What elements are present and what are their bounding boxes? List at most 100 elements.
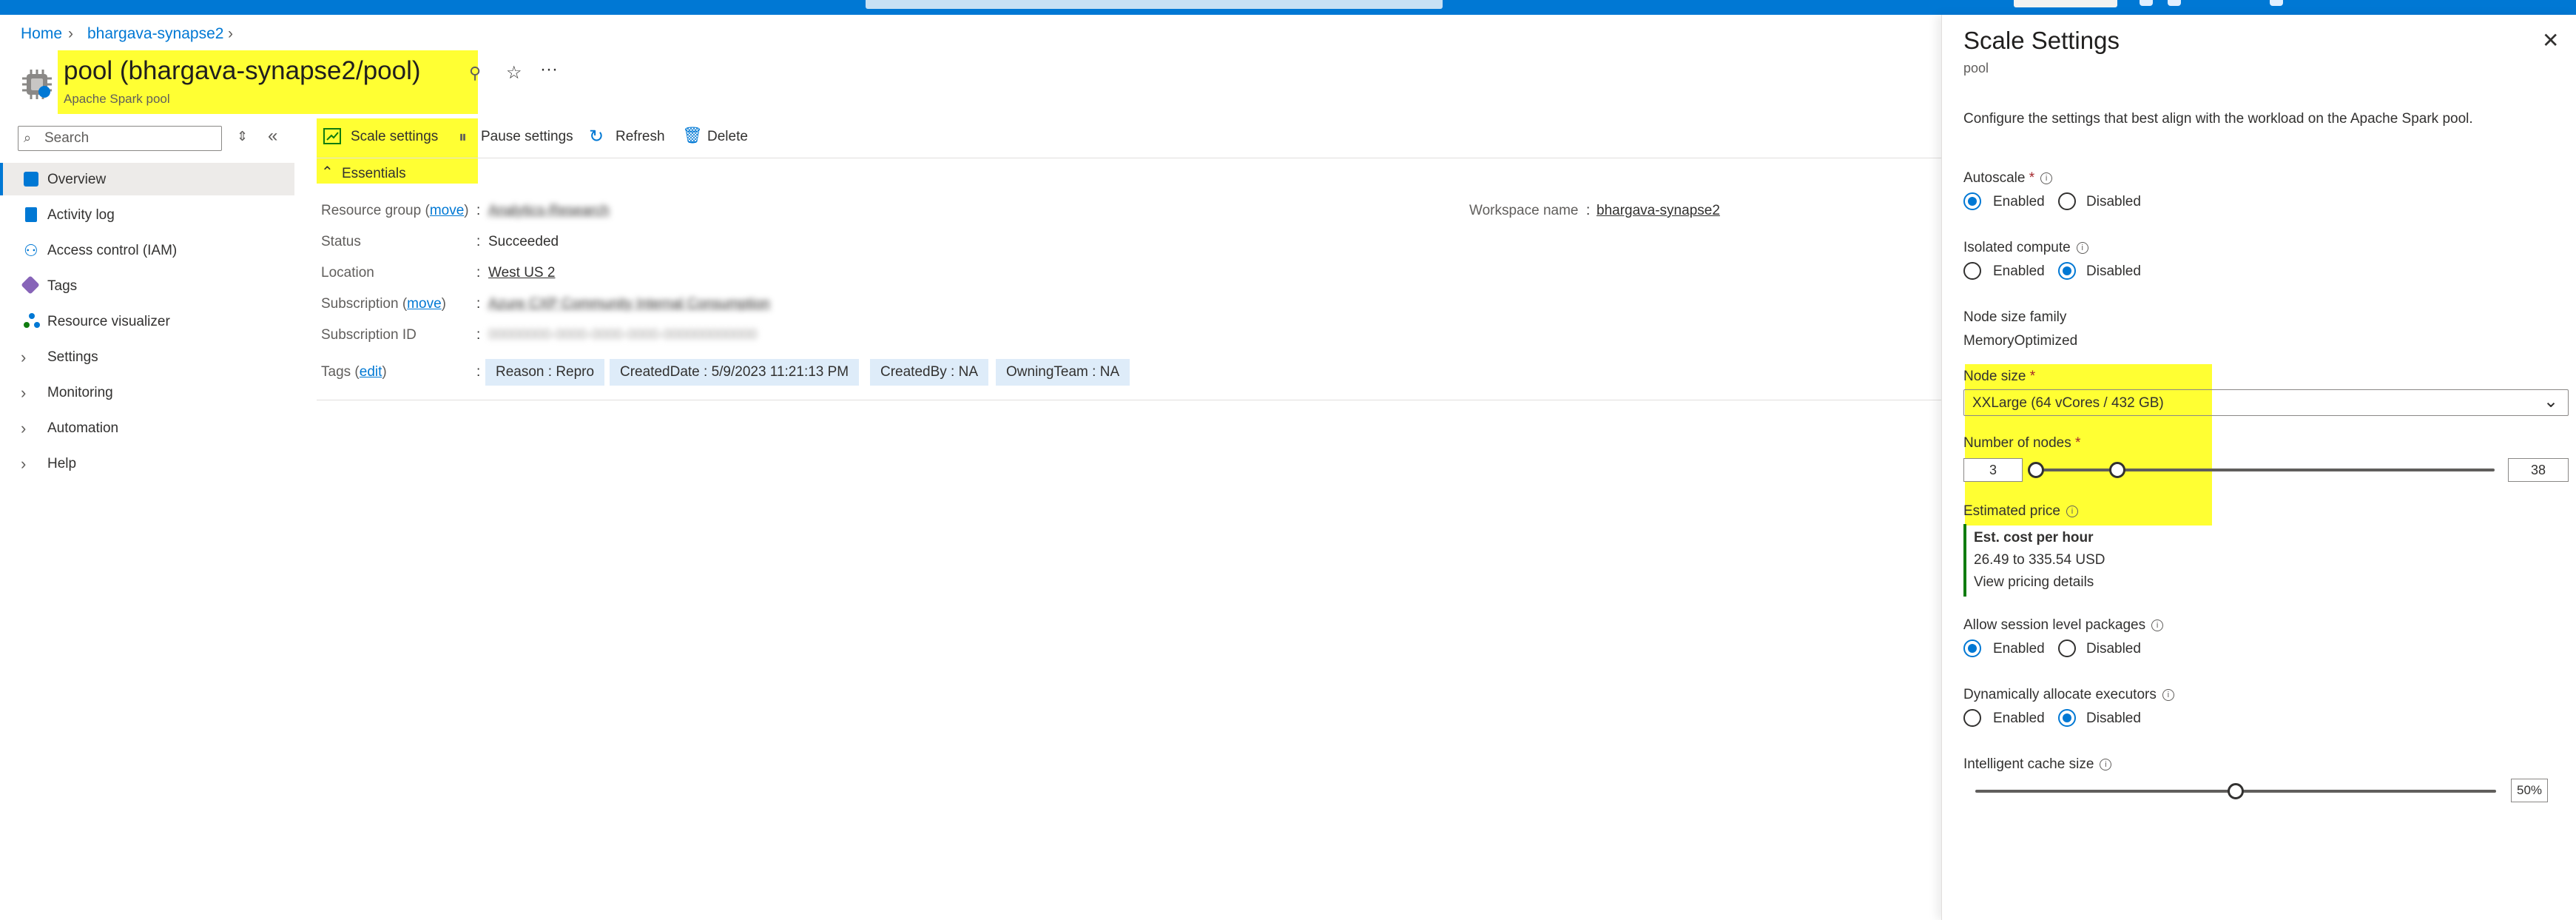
node-size-value: XXLarge (64 vCores / 432 GB): [1972, 395, 2164, 411]
workspace-value[interactable]: bhargava-synapse2: [1596, 203, 1720, 219]
isolated-compute-label: Isolated compute i: [1963, 240, 2088, 256]
portal-notifications-icon[interactable]: [2168, 0, 2181, 6]
info-icon: i: [2076, 241, 2088, 254]
subscription-move-link[interactable]: move: [407, 296, 441, 312]
status-label: Status: [321, 234, 361, 249]
panel-subtitle: pool: [1963, 61, 1989, 75]
tag-icon: [21, 275, 40, 295]
sidebar-group-help[interactable]: › Help: [0, 447, 294, 480]
scale-settings-button[interactable]: Scale settings: [351, 129, 438, 145]
subscription-label: Subscription (move): [321, 296, 446, 312]
radio-label: Disabled: [2086, 263, 2141, 279]
page-subtitle: Apache Spark pool: [64, 92, 170, 106]
pin-icon[interactable]: ⚲: [469, 64, 481, 83]
close-icon[interactable]: ✕: [2542, 28, 2559, 53]
portal-settings-icon[interactable]: [2270, 0, 2283, 6]
pause-settings-button[interactable]: Pause settings: [481, 129, 573, 145]
autoscale-enabled-radio[interactable]: [1963, 192, 1981, 210]
sidebar-item-tags[interactable]: Tags: [0, 269, 294, 302]
cache-size-value[interactable]: 50%: [2511, 779, 2548, 802]
radio-label: Disabled: [2086, 641, 2141, 657]
portal-cloudshell-icon[interactable]: [2140, 0, 2153, 6]
search-icon: ⌕: [24, 130, 32, 145]
info-icon: i: [2162, 688, 2174, 701]
sidebar-item-activity-log[interactable]: Activity log: [0, 198, 294, 231]
isolated-disabled-radio[interactable]: [2058, 262, 2076, 280]
colon: :: [476, 234, 481, 249]
sort-icon[interactable]: ⇕: [237, 129, 248, 144]
resource-group-value[interactable]: Analytics-Research: [488, 203, 610, 219]
tags-edit-link[interactable]: edit: [360, 364, 382, 380]
price-range: 26.49 to 335.54 USD: [1974, 552, 2105, 568]
location-label: Location: [321, 265, 374, 281]
portal-search-bar[interactable]: [866, 0, 1443, 9]
scale-settings-icon: [323, 127, 342, 145]
favorite-star-icon[interactable]: ☆: [506, 62, 522, 84]
session-packages-label: Allow session level packages i: [1963, 617, 2164, 634]
more-options-icon[interactable]: ···: [540, 59, 558, 80]
sidebar-group-settings[interactable]: › Settings: [0, 340, 294, 373]
page-title: pool (bhargava-synapse2/pool): [64, 56, 421, 85]
chevron-right-icon: ›: [21, 383, 27, 402]
tag-chip: Reason : Repro: [485, 359, 605, 386]
delete-button[interactable]: Delete: [707, 129, 748, 145]
info-icon: i: [2040, 172, 2053, 184]
nodes-slider-track[interactable]: [2036, 469, 2495, 471]
tags-label: Tags (edit): [321, 364, 387, 380]
nodes-min-input[interactable]: 3: [1963, 458, 2023, 482]
session-packages-enabled-radio[interactable]: [1963, 639, 1981, 657]
radio-label: Enabled: [1993, 263, 2045, 279]
colon: :: [476, 203, 481, 218]
breadcrumb-chevron-icon: ›: [68, 25, 73, 42]
isolated-enabled-radio[interactable]: [1963, 262, 1981, 280]
panel-description: Configure the settings that best align w…: [1963, 111, 2473, 127]
portal-top-button[interactable]: [2014, 0, 2117, 7]
essentials-collapse-icon[interactable]: ⌃: [321, 163, 334, 181]
chevron-right-icon: ›: [21, 348, 27, 366]
essentials-heading[interactable]: Essentials: [342, 166, 406, 182]
info-icon: i: [2151, 619, 2164, 631]
sidebar-group-monitoring[interactable]: › Monitoring: [0, 376, 294, 409]
resource-group-move-link[interactable]: move: [430, 203, 464, 218]
location-value[interactable]: West US 2: [488, 265, 555, 281]
sidebar-item-resource-visualizer[interactable]: Resource visualizer: [0, 305, 294, 338]
nodes-slider-min-thumb[interactable]: [2028, 462, 2044, 478]
cache-slider-thumb[interactable]: [2228, 783, 2244, 799]
chevron-right-icon: ›: [21, 419, 27, 437]
radio-label: Enabled: [1993, 641, 2045, 657]
nodes-slider-max-thumb[interactable]: [2109, 462, 2126, 478]
colon: :: [476, 265, 481, 281]
cache-size-label: Intelligent cache size i: [1963, 756, 2112, 773]
sidebar-search-placeholder: Search: [44, 130, 90, 146]
colon: :: [1586, 203, 1591, 218]
breadcrumb-chevron-icon: ›: [228, 25, 233, 42]
session-packages-disabled-radio[interactable]: [2058, 639, 2076, 657]
dynamic-executors-enabled-radio[interactable]: [1963, 709, 1981, 727]
dynamic-executors-disabled-radio[interactable]: [2058, 709, 2076, 727]
view-pricing-link[interactable]: View pricing details: [1974, 574, 2094, 591]
chevron-right-icon: ›: [21, 454, 27, 473]
activity-log-icon: [25, 207, 37, 222]
colon: :: [476, 296, 481, 312]
panel-title: Scale Settings: [1963, 27, 2120, 54]
tag-chip: CreatedBy : NA: [870, 359, 988, 386]
refresh-button[interactable]: Refresh: [616, 129, 665, 145]
number-of-nodes-label: Number of nodes *: [1963, 435, 2081, 451]
breadcrumb-home[interactable]: Home: [21, 25, 62, 43]
autoscale-disabled-radio[interactable]: [2058, 192, 2076, 210]
chevron-down-icon: ⌄: [2543, 392, 2559, 412]
autoscale-label: Autoscale * i: [1963, 170, 2053, 187]
price-accent-bar: [1963, 524, 1966, 597]
tag-chip: OwningTeam : NA: [996, 359, 1130, 386]
sidebar-item-iam[interactable]: ⚇ Access control (IAM): [0, 234, 294, 266]
refresh-icon: ↻: [589, 127, 604, 147]
nodes-max-input[interactable]: 38: [2508, 458, 2569, 482]
radio-label: Enabled: [1993, 194, 2045, 209]
subscription-value[interactable]: Azure CXP Community Internal Consumption: [488, 296, 770, 312]
breadcrumb-workspace[interactable]: bhargava-synapse2: [87, 25, 223, 43]
sidebar-group-automation[interactable]: › Automation: [0, 412, 294, 444]
pause-settings-icon: ⏸: [459, 127, 468, 146]
radio-label: Disabled: [2086, 194, 2141, 209]
sidebar-item-overview[interactable]: Overview: [0, 163, 294, 195]
collapse-sidebar-icon[interactable]: «: [268, 126, 277, 147]
